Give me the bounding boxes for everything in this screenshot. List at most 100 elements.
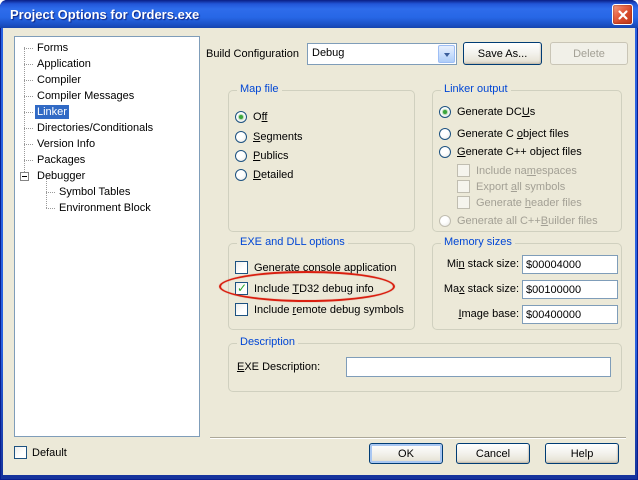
window-title: Project Options for Orders.exe [10, 7, 199, 22]
delete-label: Delete [573, 48, 605, 60]
checkbox-label: Include TD32 debug info [254, 283, 374, 295]
linker-output-group: Linker output Generate DCUs Generate C o… [432, 90, 622, 232]
map-file-group: Map file Off Segments Publics Detailed [228, 90, 415, 232]
cancel-button[interactable]: Cancel [456, 443, 530, 464]
exe-dll-options-group: EXE and DLL options Generate console app… [228, 243, 415, 330]
tree-label: Application [35, 57, 93, 71]
min-stack-size-label: Min stack size: [435, 258, 519, 270]
sidebar-item-symbol-tables[interactable]: Symbol Tables [15, 184, 199, 200]
radio-icon [235, 150, 247, 162]
tree-stub [24, 160, 33, 161]
default-checkbox[interactable]: Default [14, 445, 67, 460]
tree-stub [24, 96, 33, 97]
exe-description-label: EXE Description: [237, 361, 320, 373]
checkbox-export-all-symbols: Export all symbols [457, 179, 565, 194]
dialog-client-area: Forms Application Compiler Compiler Mess… [3, 28, 635, 475]
title-bar[interactable]: Project Options for Orders.exe [0, 0, 638, 28]
radio-generate-dcus[interactable]: Generate DCUs [439, 104, 535, 119]
collapse-minus-icon[interactable] [20, 172, 29, 181]
sidebar-item-application[interactable]: Application [15, 56, 199, 72]
build-configuration-select[interactable]: Debug [307, 43, 457, 65]
checkbox-generate-console-application[interactable]: Generate console application [235, 260, 397, 275]
chevron-down-icon[interactable] [438, 45, 455, 63]
tree-label: Debugger [35, 169, 87, 183]
checkbox-label: Generate header files [476, 197, 582, 209]
checkbox-include-namespaces: Include namespaces [457, 163, 577, 178]
radio-map-segments[interactable]: Segments [235, 129, 303, 144]
close-button[interactable] [612, 4, 633, 25]
tree-label-selected: Linker [35, 105, 69, 119]
sidebar-item-forms[interactable]: Forms [15, 40, 199, 56]
delete-button: Delete [550, 42, 628, 65]
radio-map-detailed[interactable]: Detailed [235, 167, 293, 182]
tree-label: Environment Block [57, 201, 153, 215]
sidebar-item-linker[interactable]: Linker [15, 104, 199, 120]
exe-dll-group-title: EXE and DLL options [237, 236, 348, 248]
checkbox-generate-header-files: Generate header files [457, 195, 582, 210]
sidebar-item-compiler-messages[interactable]: Compiler Messages [15, 88, 199, 104]
radio-icon [235, 111, 247, 123]
radio-generate-c-object-files[interactable]: Generate C object files [439, 126, 569, 141]
min-stack-size-input[interactable] [522, 255, 618, 274]
default-label: Default [32, 447, 67, 459]
exe-description-input[interactable] [346, 357, 611, 377]
tree-stub [24, 128, 33, 129]
checkbox-label: Include namespaces [476, 165, 577, 177]
checkbox-include-remote-debug-symbols[interactable]: Include remote debug symbols [235, 302, 404, 317]
checkbox-checked-icon [235, 282, 248, 295]
tree-label: Compiler [35, 73, 83, 87]
save-as-button[interactable]: Save As... [463, 42, 542, 65]
radio-map-publics[interactable]: Publics [235, 148, 288, 163]
radio-icon [235, 169, 247, 181]
project-options-dialog: Project Options for Orders.exe Forms App… [0, 0, 638, 480]
sidebar-item-packages[interactable]: Packages [15, 152, 199, 168]
tree-stub [24, 144, 33, 145]
radio-label: Generate DCUs [457, 106, 535, 118]
tree-label: Directories/Conditionals [35, 121, 155, 135]
save-as-label: Save As... [478, 48, 528, 60]
ok-button[interactable]: OK [369, 443, 443, 464]
radio-label: Off [253, 111, 267, 123]
max-stack-size-label: Max stack size: [435, 283, 519, 295]
footer-separator [210, 437, 626, 439]
radio-icon [439, 146, 451, 158]
sidebar-item-debugger[interactable]: Debugger [15, 168, 199, 184]
sidebar-item-directories-conditionals[interactable]: Directories/Conditionals [15, 120, 199, 136]
help-button[interactable]: Help [545, 443, 619, 464]
radio-label: Generate all C++Builder files [457, 215, 598, 227]
checkbox-label: Generate console application [254, 262, 397, 274]
checkbox-label: Export all symbols [476, 181, 565, 193]
radio-icon [439, 106, 451, 118]
radio-icon [235, 131, 247, 143]
help-label: Help [571, 448, 594, 460]
description-group-title: Description [237, 336, 298, 348]
tree-label: Symbol Tables [57, 185, 132, 199]
tree-stub [24, 112, 33, 113]
radio-label: Publics [253, 150, 288, 162]
tree-label: Forms [35, 41, 70, 55]
checkbox-icon [235, 303, 248, 316]
sidebar-item-compiler[interactable]: Compiler [15, 72, 199, 88]
radio-label: Generate C++ object files [457, 146, 582, 158]
tree-label: Version Info [35, 137, 97, 151]
radio-icon [439, 215, 451, 227]
max-stack-size-input[interactable] [522, 280, 618, 299]
ok-label: OK [398, 448, 414, 460]
build-configuration-value: Debug [312, 47, 344, 59]
radio-label: Detailed [253, 169, 293, 181]
image-base-input[interactable] [522, 305, 618, 324]
memory-sizes-group-title: Memory sizes [441, 236, 515, 248]
radio-generate-cpp-object-files[interactable]: Generate C++ object files [439, 144, 582, 159]
tree-stub [24, 80, 33, 81]
options-tree: Forms Application Compiler Compiler Mess… [14, 36, 200, 437]
sidebar-item-version-info[interactable]: Version Info [15, 136, 199, 152]
memory-sizes-group: Memory sizes Min stack size: Max stack s… [432, 243, 622, 330]
radio-label: Segments [253, 131, 303, 143]
radio-map-off[interactable]: Off [235, 109, 267, 124]
sidebar-item-environment-block[interactable]: Environment Block [15, 200, 199, 216]
tree-stub [24, 48, 33, 49]
checkbox-icon [457, 180, 470, 193]
checkbox-icon [235, 261, 248, 274]
checkbox-icon [14, 446, 27, 459]
checkbox-include-td32-debug-info[interactable]: Include TD32 debug info [235, 281, 374, 296]
